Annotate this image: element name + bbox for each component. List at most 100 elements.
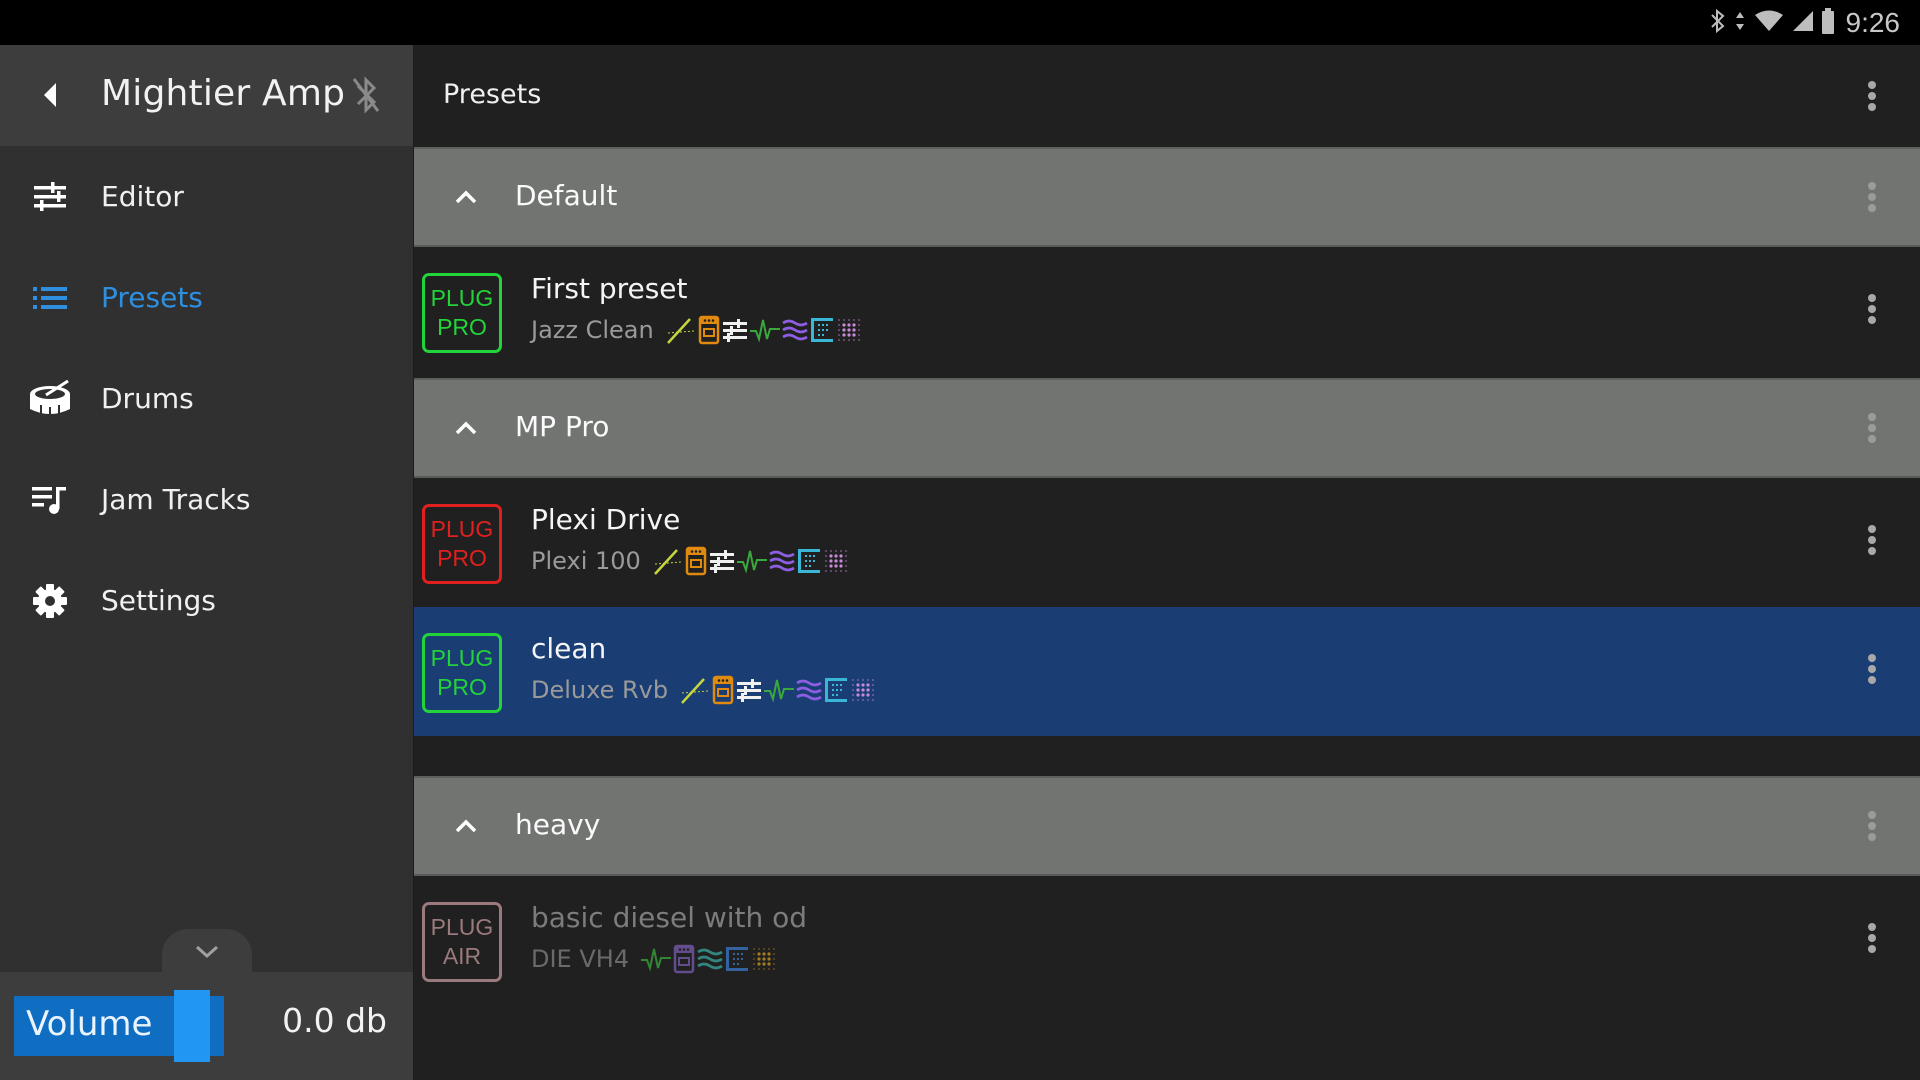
cabinet-icon	[850, 677, 876, 703]
sidebar-item-presets[interactable]: Presets	[0, 247, 413, 348]
compressor-icon	[685, 546, 707, 576]
more-vert-icon	[1868, 525, 1876, 533]
volume-label: Volume	[26, 1004, 153, 1044]
preset-name: Plexi Drive	[531, 503, 681, 536]
chevron-up-icon	[455, 819, 477, 833]
sliders-icon	[28, 175, 72, 219]
chevron-down-icon	[195, 945, 219, 958]
battery-icon	[1821, 7, 1834, 38]
group-options-button[interactable]	[1860, 408, 1884, 448]
bluetooth-icon	[1710, 8, 1726, 37]
more-vert-icon	[1868, 654, 1876, 662]
modulation-icon	[736, 548, 767, 574]
group-title: Default	[515, 179, 618, 212]
group-header-mp-pro[interactable]: MP Pro	[414, 378, 1920, 478]
preset-options-button[interactable]	[1860, 520, 1884, 560]
more-vert-icon	[1868, 81, 1876, 89]
noise-gate-icon	[666, 315, 696, 345]
sidebar-item-drums[interactable]: Drums	[0, 348, 413, 449]
noise-gate-icon	[653, 546, 683, 576]
eq-icon	[709, 548, 735, 574]
device-badge: PLUG PRO	[422, 633, 502, 713]
group-header-default[interactable]: Default	[414, 147, 1920, 247]
delay-icon	[781, 317, 808, 343]
bluetooth-disabled-icon	[352, 76, 380, 114]
sidebar-item-jam-tracks[interactable]: Jam Tracks	[0, 449, 413, 550]
preset-name: basic diesel with od	[531, 901, 808, 934]
compressor-icon	[712, 675, 734, 705]
cabinet-icon	[751, 946, 777, 972]
reverb-icon	[797, 548, 821, 574]
badge-line-1: PLUG	[430, 645, 494, 671]
amp-model: Jazz Clean	[531, 316, 654, 344]
preset-options-button[interactable]	[1860, 918, 1884, 958]
device-badge: PLUG AIR	[422, 902, 502, 982]
preset-row[interactable]: PLUG PRO Plexi Drive Plexi 100	[414, 478, 1920, 607]
effects-chain	[653, 546, 849, 576]
effects-chain	[666, 315, 862, 345]
preset-details: Deluxe Rvb	[531, 675, 876, 705]
app-bar: Presets	[414, 45, 1920, 147]
group-options-button[interactable]	[1860, 177, 1884, 217]
back-button[interactable]	[38, 79, 62, 111]
group-options-button[interactable]	[1860, 806, 1884, 846]
effects-chain	[641, 944, 777, 974]
preset-details: Plexi 100	[531, 546, 849, 576]
delay-icon	[769, 548, 795, 574]
preset-row[interactable]: PLUG PRO First preset Jazz Clean	[414, 247, 1920, 376]
presets-screen: Presets Default PLUG PRO First preset Ja…	[414, 45, 1920, 1080]
preset-row[interactable]: PLUG AIR basic diesel with od DIE VH4	[414, 876, 1920, 1005]
drum-icon	[28, 377, 72, 421]
eq-icon	[722, 317, 748, 343]
volume-slider-thumb[interactable]	[174, 990, 210, 1062]
cabinet-icon	[836, 317, 862, 343]
cabinet-icon	[823, 548, 849, 574]
sidebar-item-settings[interactable]: Settings	[0, 550, 413, 651]
preset-details: DIE VH4	[531, 944, 777, 974]
badge-line-2: PRO	[437, 314, 487, 340]
chevron-up-icon	[455, 421, 477, 435]
clock: 9:26	[1845, 6, 1901, 38]
badge-line-2: PRO	[437, 545, 487, 571]
device-badge: PLUG PRO	[422, 504, 502, 584]
drawer-menu: Editor Presets Drums Jam Tracks Settings	[0, 146, 413, 651]
wifi-icon	[1754, 9, 1784, 37]
reverb-icon	[725, 946, 749, 972]
preset-row[interactable]: PLUG PRO clean Deluxe Rvb	[414, 607, 1920, 736]
collapse-volume-button[interactable]	[162, 929, 252, 974]
reverb-icon	[824, 677, 848, 703]
compressor-icon	[673, 944, 695, 974]
sidebar-item-label: Settings	[101, 584, 216, 617]
badge-line-1: PLUG	[430, 914, 494, 940]
device-badge: PLUG PRO	[422, 273, 502, 353]
group-title: MP Pro	[515, 410, 610, 443]
more-vert-icon	[1868, 182, 1876, 190]
noise-gate-icon	[680, 675, 710, 705]
badge-line-1: PLUG	[430, 516, 494, 542]
volume-panel: Volume 0.0 db	[0, 972, 413, 1080]
sidebar-item-label: Editor	[101, 180, 184, 213]
amp-model: DIE VH4	[531, 945, 630, 973]
bluetooth-connect-button[interactable]	[350, 75, 382, 115]
sidebar-item-label: Jam Tracks	[101, 483, 251, 516]
page-title: Presets	[443, 79, 542, 110]
group-header-heavy[interactable]: heavy	[414, 776, 1920, 876]
more-vert-icon	[1868, 923, 1876, 931]
app-title: Mightier Amp	[101, 73, 346, 114]
preset-options-button[interactable]	[1860, 289, 1884, 329]
group-title: heavy	[515, 808, 601, 841]
list-spacer	[414, 736, 1920, 776]
sidebar-item-label: Drums	[101, 382, 194, 415]
preset-options-button[interactable]	[1860, 649, 1884, 689]
playlist-music-icon	[28, 478, 72, 522]
badge-line-2: PRO	[437, 674, 487, 700]
preset-name: clean	[531, 632, 607, 665]
modulation-icon	[764, 677, 795, 703]
amp-model: Deluxe Rvb	[531, 676, 669, 704]
delay-icon	[796, 677, 822, 703]
more-options-button[interactable]	[1860, 76, 1884, 116]
cell-signal-icon	[1792, 9, 1814, 37]
sidebar-item-label: Presets	[101, 281, 203, 314]
sidebar-item-editor[interactable]: Editor	[0, 146, 413, 247]
list-icon	[28, 276, 72, 320]
